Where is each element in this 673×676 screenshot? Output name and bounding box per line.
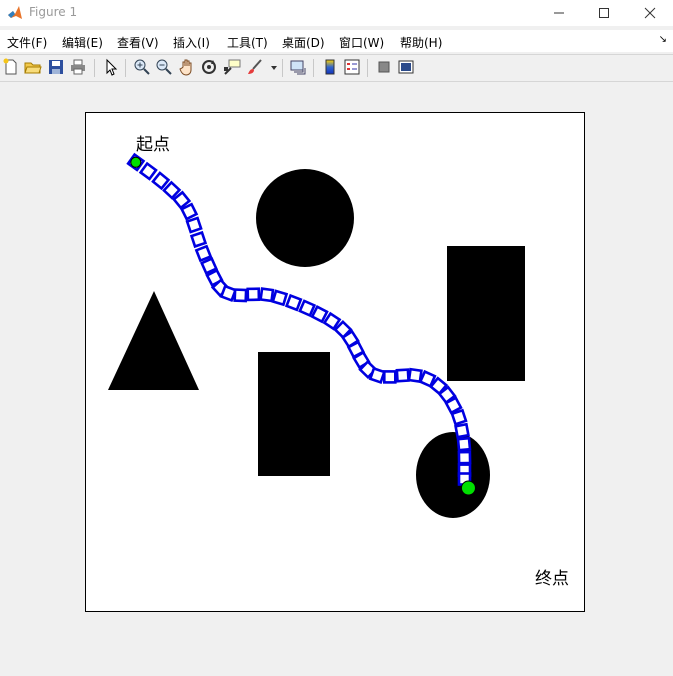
path-node bbox=[368, 366, 386, 385]
menu-edit[interactable]: 编辑(E) bbox=[62, 34, 103, 51]
hide-plot-tools-icon[interactable] bbox=[375, 58, 393, 76]
path-node bbox=[271, 289, 289, 307]
close-icon bbox=[644, 7, 656, 19]
path-node bbox=[185, 216, 203, 234]
start-label: 起点 bbox=[136, 135, 170, 155]
path-node bbox=[194, 244, 213, 263]
window-title: Figure 1 bbox=[29, 5, 78, 19]
pointer-icon[interactable] bbox=[102, 58, 120, 76]
path-node bbox=[246, 287, 261, 302]
maximize-button[interactable] bbox=[581, 0, 627, 26]
title-bar: Figure 1 bbox=[0, 0, 673, 26]
menu-window[interactable]: 窗口(W) bbox=[339, 34, 384, 51]
toolbar-separator bbox=[282, 59, 283, 77]
toolbar-separator bbox=[367, 59, 368, 77]
path-node bbox=[138, 161, 158, 181]
menu-tools[interactable]: 工具(T) bbox=[227, 34, 268, 51]
figure-toolbar bbox=[0, 55, 673, 81]
maximize-icon bbox=[599, 8, 609, 18]
link-plot-icon[interactable] bbox=[289, 58, 307, 76]
close-button[interactable] bbox=[627, 0, 673, 26]
path-node bbox=[456, 436, 472, 452]
toolbar-separator bbox=[125, 59, 126, 77]
pan-hand-icon[interactable] bbox=[178, 58, 196, 76]
minimize-icon bbox=[554, 12, 564, 14]
rotate-3d-icon[interactable] bbox=[200, 58, 218, 76]
toolbar-separator bbox=[313, 59, 314, 77]
path-node bbox=[233, 288, 248, 303]
show-plot-tools-icon[interactable] bbox=[397, 58, 415, 76]
menu-file[interactable]: 文件(F) bbox=[7, 34, 47, 51]
dock-arrow-icon[interactable]: ↘ bbox=[659, 34, 667, 45]
obstacle-circle bbox=[256, 169, 354, 267]
path-node bbox=[298, 299, 317, 318]
minimize-button[interactable] bbox=[536, 0, 582, 26]
start-marker bbox=[130, 156, 142, 168]
path-node bbox=[382, 370, 397, 384]
end-marker bbox=[460, 480, 476, 496]
path-node bbox=[457, 450, 472, 465]
path-node bbox=[189, 230, 208, 249]
save-icon[interactable] bbox=[47, 58, 65, 76]
path-node bbox=[454, 422, 470, 439]
matlab-logo-icon bbox=[8, 6, 22, 19]
path-node bbox=[407, 367, 423, 384]
path-node bbox=[395, 368, 410, 383]
print-icon[interactable] bbox=[69, 58, 87, 76]
obstacle-triangle bbox=[108, 291, 199, 390]
legend-icon[interactable] bbox=[343, 58, 361, 76]
zoom-out-icon[interactable] bbox=[155, 58, 173, 76]
path-node bbox=[259, 287, 275, 303]
menu-desktop[interactable]: 桌面(D) bbox=[282, 34, 325, 51]
path-node bbox=[284, 293, 303, 312]
colorbar-icon[interactable] bbox=[321, 58, 339, 76]
obstacle-rectangle-center bbox=[258, 352, 330, 476]
menu-insert[interactable]: 插入(I) bbox=[173, 34, 210, 51]
obstacle-ellipse bbox=[416, 432, 490, 518]
plot-axes[interactable]: 起点 终点 bbox=[85, 112, 585, 612]
obstacle-rectangle-right bbox=[447, 246, 525, 381]
path-node bbox=[219, 284, 238, 303]
path-node bbox=[450, 408, 468, 426]
data-cursor-icon[interactable] bbox=[223, 58, 241, 76]
new-figure-icon[interactable] bbox=[2, 58, 20, 76]
brush-icon[interactable] bbox=[246, 58, 264, 76]
menu-view[interactable]: 查看(V) bbox=[117, 34, 159, 51]
menu-help[interactable]: 帮助(H) bbox=[400, 34, 442, 51]
brush-dropdown-icon[interactable] bbox=[265, 58, 277, 76]
menu-bar: 文件(F) 编辑(E) 查看(V) 插入(I) 工具(T) 桌面(D) 窗口(W… bbox=[0, 30, 673, 52]
open-file-icon[interactable] bbox=[24, 58, 42, 76]
plot-canvas: 起点 终点 bbox=[108, 135, 569, 589]
path-node bbox=[310, 305, 329, 324]
toolbar-separator-line bbox=[0, 81, 673, 82]
end-label: 终点 bbox=[535, 569, 569, 589]
zoom-in-icon[interactable] bbox=[133, 58, 151, 76]
path-node bbox=[151, 171, 171, 191]
toolbar-separator bbox=[94, 59, 95, 77]
